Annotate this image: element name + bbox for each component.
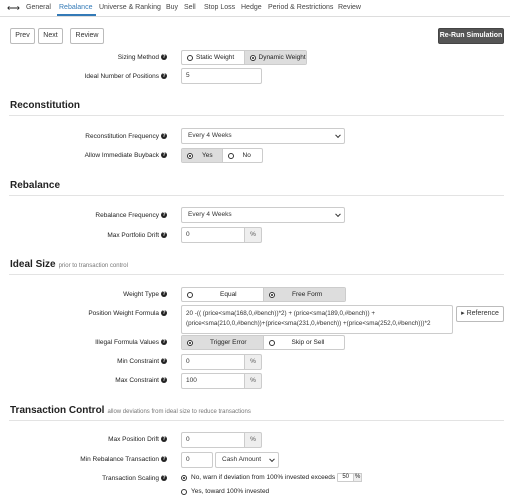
tab-period-restrictions[interactable]: Period & Restrictions — [268, 4, 333, 11]
help-icon[interactable]: ? — [161, 73, 167, 80]
percent-addon: % — [245, 354, 262, 370]
reconstitution-frequency-label: Reconstitution Frequency? — [85, 133, 167, 140]
radio-scaling-no[interactable]: No, warn if deviation from 100% invested… — [181, 473, 363, 482]
position-weight-formula-label: Position Weight Formula? — [88, 310, 167, 317]
illegal-formula-values-group: Trigger Error Skip or Sell — [181, 335, 345, 350]
min-constraint-label: Min Constraint? — [117, 358, 167, 365]
help-icon[interactable]: ? — [161, 377, 167, 384]
radio-icon — [268, 339, 275, 346]
divider — [9, 115, 504, 116]
next-button[interactable]: Next — [38, 28, 63, 44]
tab-review[interactable]: Review — [338, 4, 361, 11]
transaction-control-title: Transaction Control allow deviations from… — [10, 405, 251, 416]
chevron-down-icon — [335, 132, 341, 139]
help-icon[interactable]: ? — [161, 133, 167, 140]
tab-sell[interactable]: Sell — [184, 4, 196, 11]
help-icon[interactable]: ? — [161, 232, 167, 239]
sizing-method-group: Static Weight Dynamic Weight — [181, 50, 307, 65]
divider — [9, 195, 504, 196]
sizing-method-label: Sizing Method? — [117, 54, 167, 61]
radio-icon — [187, 152, 193, 159]
percent-addon: % — [245, 432, 262, 448]
min-rebalance-transaction-label: Min Rebalance Transaction? — [80, 456, 167, 463]
active-tab-indicator — [57, 14, 96, 16]
allow-buyback-label: Allow Immediate Buyback? — [84, 152, 167, 159]
radio-icon — [187, 54, 193, 61]
radio-dynamic-weight[interactable]: Dynamic Weight — [243, 51, 306, 64]
radio-scaling-yes[interactable]: Yes, toward 100% invested — [181, 488, 269, 495]
reference-button[interactable]: ▸ Reference — [456, 306, 504, 322]
help-icon[interactable]: ? — [161, 475, 167, 482]
help-icon[interactable]: ? — [161, 54, 167, 61]
tab-rebalance[interactable]: Rebalance — [59, 4, 92, 11]
ideal-size-subtitle: prior to transaction control — [58, 263, 128, 269]
radio-static-weight[interactable]: Static Weight — [182, 51, 244, 64]
percent-addon: % — [245, 227, 262, 243]
help-icon[interactable]: ? — [161, 456, 167, 463]
max-constraint-label: Max Constraint? — [115, 377, 167, 384]
percent-addon: % — [354, 473, 363, 482]
min-constraint-input[interactable]: 0 — [181, 354, 245, 370]
allow-buyback-group: Yes No — [181, 148, 263, 163]
rebalance-frequency-select[interactable]: Every 4 Weeks — [181, 207, 345, 223]
tab-stop-loss[interactable]: Stop Loss — [204, 4, 235, 11]
rebalance-frequency-label: Rebalance Frequency? — [95, 212, 167, 219]
tab-general[interactable]: General — [26, 4, 51, 11]
divider — [9, 274, 504, 275]
radio-no[interactable]: No — [221, 149, 263, 162]
position-weight-formula-input[interactable]: 20 -(( (price<sma(168,0,#bench))*2) + (p… — [181, 305, 453, 334]
max-portfolio-drift-label: Max Portfolio Drift? — [107, 232, 167, 239]
ideal-size-title: Ideal Size prior to transaction control — [10, 259, 128, 270]
help-icon[interactable]: ? — [161, 310, 167, 317]
transaction-scaling-label: Transaction Scaling? — [102, 475, 167, 482]
weight-type-group: Equal Free Form — [181, 287, 346, 302]
radio-icon — [181, 488, 187, 495]
tab-universe-ranking[interactable]: Universe & Ranking — [99, 4, 161, 11]
tab-hedge[interactable]: Hedge — [241, 4, 262, 11]
deviation-threshold-input[interactable]: 50 — [337, 473, 355, 482]
ideal-positions-input[interactable]: 5 — [181, 68, 262, 84]
help-icon[interactable]: ? — [161, 291, 167, 298]
help-icon[interactable]: ? — [161, 358, 167, 365]
chevron-down-icon — [335, 211, 341, 218]
percent-addon: % — [245, 373, 262, 389]
weight-type-label: Weight Type? — [123, 291, 167, 298]
max-position-drift-label: Max Position Drift? — [108, 436, 167, 443]
max-portfolio-drift-input[interactable]: 0 — [181, 227, 245, 243]
radio-icon — [187, 339, 193, 346]
transaction-control-subtitle: allow deviations from ideal size to redu… — [107, 409, 251, 415]
radio-icon — [181, 474, 187, 481]
radio-icon — [249, 54, 256, 61]
min-rebalance-transaction-input[interactable]: 0 — [181, 452, 213, 468]
reconstitution-title: Reconstitution — [10, 100, 80, 111]
radio-icon — [187, 291, 193, 298]
tab-buy[interactable]: Buy — [166, 4, 178, 11]
rebalance-title: Rebalance — [10, 180, 61, 191]
expand-arrows-icon[interactable]: ⟷ — [7, 3, 20, 14]
max-constraint-input[interactable]: 100 — [181, 373, 245, 389]
radio-trigger-error[interactable]: Trigger Error — [182, 336, 263, 349]
chevron-down-icon — [269, 456, 275, 463]
ideal-positions-label: Ideal Number of Positions? — [84, 73, 167, 80]
prev-button[interactable]: Prev — [10, 28, 35, 44]
help-icon[interactable]: ? — [161, 212, 167, 219]
review-button[interactable]: Review — [70, 28, 104, 44]
radio-free-form[interactable]: Free Form — [263, 288, 345, 301]
rerun-simulation-button[interactable]: Re-Run Simulation — [438, 28, 504, 44]
reconstitution-frequency-select[interactable]: Every 4 Weeks — [181, 128, 345, 144]
min-rebalance-type-select[interactable]: Cash Amount — [215, 452, 279, 468]
help-icon[interactable]: ? — [161, 339, 167, 346]
illegal-formula-values-label: Illegal Formula Values? — [95, 339, 167, 346]
radio-skip-or-sell[interactable]: Skip or Sell — [262, 336, 345, 349]
max-position-drift-input[interactable]: 0 — [181, 432, 245, 448]
top-nav: ⟷ General Rebalance Universe & Ranking B… — [0, 0, 510, 17]
radio-icon — [269, 291, 275, 298]
radio-icon — [227, 152, 234, 159]
help-icon[interactable]: ? — [161, 436, 167, 443]
radio-equal[interactable]: Equal — [182, 288, 263, 301]
help-icon[interactable]: ? — [161, 152, 167, 159]
divider — [9, 420, 504, 421]
radio-yes[interactable]: Yes — [182, 149, 222, 162]
